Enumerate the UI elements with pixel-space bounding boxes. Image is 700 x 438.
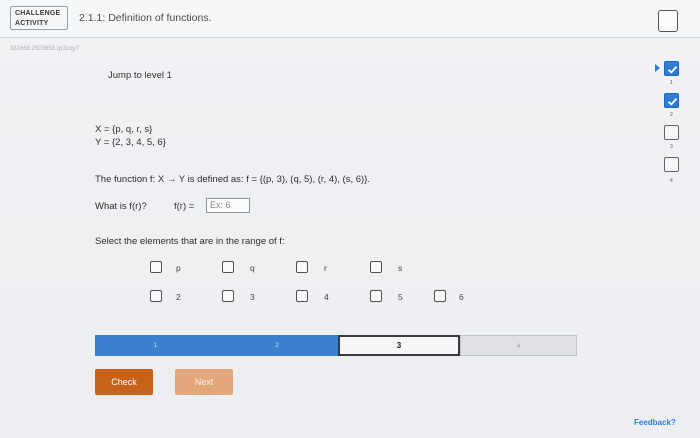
- check-icon: [667, 65, 678, 74]
- badge-line-1: CHALLENGE: [15, 10, 61, 17]
- choice-3-label: 3: [250, 292, 255, 302]
- choice-r-label: r: [324, 263, 327, 273]
- side-level-1-number: 1: [670, 80, 673, 86]
- choice-p-checkbox[interactable]: [150, 261, 162, 273]
- badge-line-2: ACTIVITY: [15, 20, 49, 27]
- choice-p-label: p: [176, 263, 181, 273]
- choice-5-checkbox[interactable]: [370, 290, 382, 302]
- level-segment-3[interactable]: 3: [338, 335, 460, 356]
- activity-title: 2.1.1: Definition of functions.: [79, 12, 212, 24]
- side-level-1-checkbox[interactable]: [664, 61, 679, 76]
- choice-3-checkbox[interactable]: [222, 290, 234, 302]
- choice-q-label: q: [250, 263, 255, 273]
- level-segment-2[interactable]: 2: [216, 335, 338, 356]
- choice-6-checkbox[interactable]: [434, 290, 446, 302]
- side-level-4-number: 4: [670, 178, 673, 184]
- answer-input[interactable]: Ex: 6: [206, 198, 250, 213]
- range-prompt: Select the elements that are in the rang…: [95, 236, 285, 247]
- set-y-definition: Y = {2, 3, 4, 5, 6}: [95, 137, 166, 148]
- choice-4-label: 4: [324, 292, 329, 302]
- current-level-arrow-icon: [655, 64, 660, 72]
- check-icon: [667, 97, 678, 106]
- question-prompt: What is f(r)?: [95, 201, 147, 212]
- choice-q-checkbox[interactable]: [222, 261, 234, 273]
- activity-header: CHALLENGE ACTIVITY 2.1.1: Definition of …: [0, 0, 700, 38]
- challenge-activity-badge: CHALLENGE ACTIVITY: [10, 6, 68, 30]
- jump-to-level-link[interactable]: Jump to level 1: [108, 70, 172, 81]
- choice-2-label: 2: [176, 292, 181, 302]
- side-level-3-number: 3: [670, 144, 673, 150]
- activity-page: CHALLENGE ACTIVITY 2.1.1: Definition of …: [0, 0, 700, 438]
- answer-label: f(r) =: [174, 201, 195, 212]
- side-level-4-checkbox[interactable]: [664, 157, 679, 172]
- choice-5-label: 5: [398, 292, 403, 302]
- bookmark-icon[interactable]: [658, 10, 678, 32]
- side-level-2-number: 2: [670, 112, 673, 118]
- function-definition: The function f: X → Y is defined as: f =…: [95, 174, 371, 185]
- choice-s-label: s: [398, 263, 403, 273]
- choice-s-checkbox[interactable]: [370, 261, 382, 273]
- feedback-link[interactable]: Feedback?: [634, 418, 676, 427]
- choice-r-checkbox[interactable]: [296, 261, 308, 273]
- set-x-definition: X = {p, q, r, s}: [95, 124, 153, 135]
- choice-2-checkbox[interactable]: [150, 290, 162, 302]
- level-segment-1[interactable]: 1: [95, 335, 216, 356]
- side-level-3-checkbox[interactable]: [664, 125, 679, 140]
- check-button[interactable]: Check: [95, 369, 153, 395]
- choice-4-checkbox[interactable]: [296, 290, 308, 302]
- choice-6-label: 6: [459, 292, 464, 302]
- session-id: 381668.2503658.qx3zqy7: [10, 46, 80, 52]
- next-button[interactable]: Next: [175, 369, 233, 395]
- side-level-2-checkbox[interactable]: [664, 93, 679, 108]
- level-segment-4[interactable]: 4: [460, 335, 577, 356]
